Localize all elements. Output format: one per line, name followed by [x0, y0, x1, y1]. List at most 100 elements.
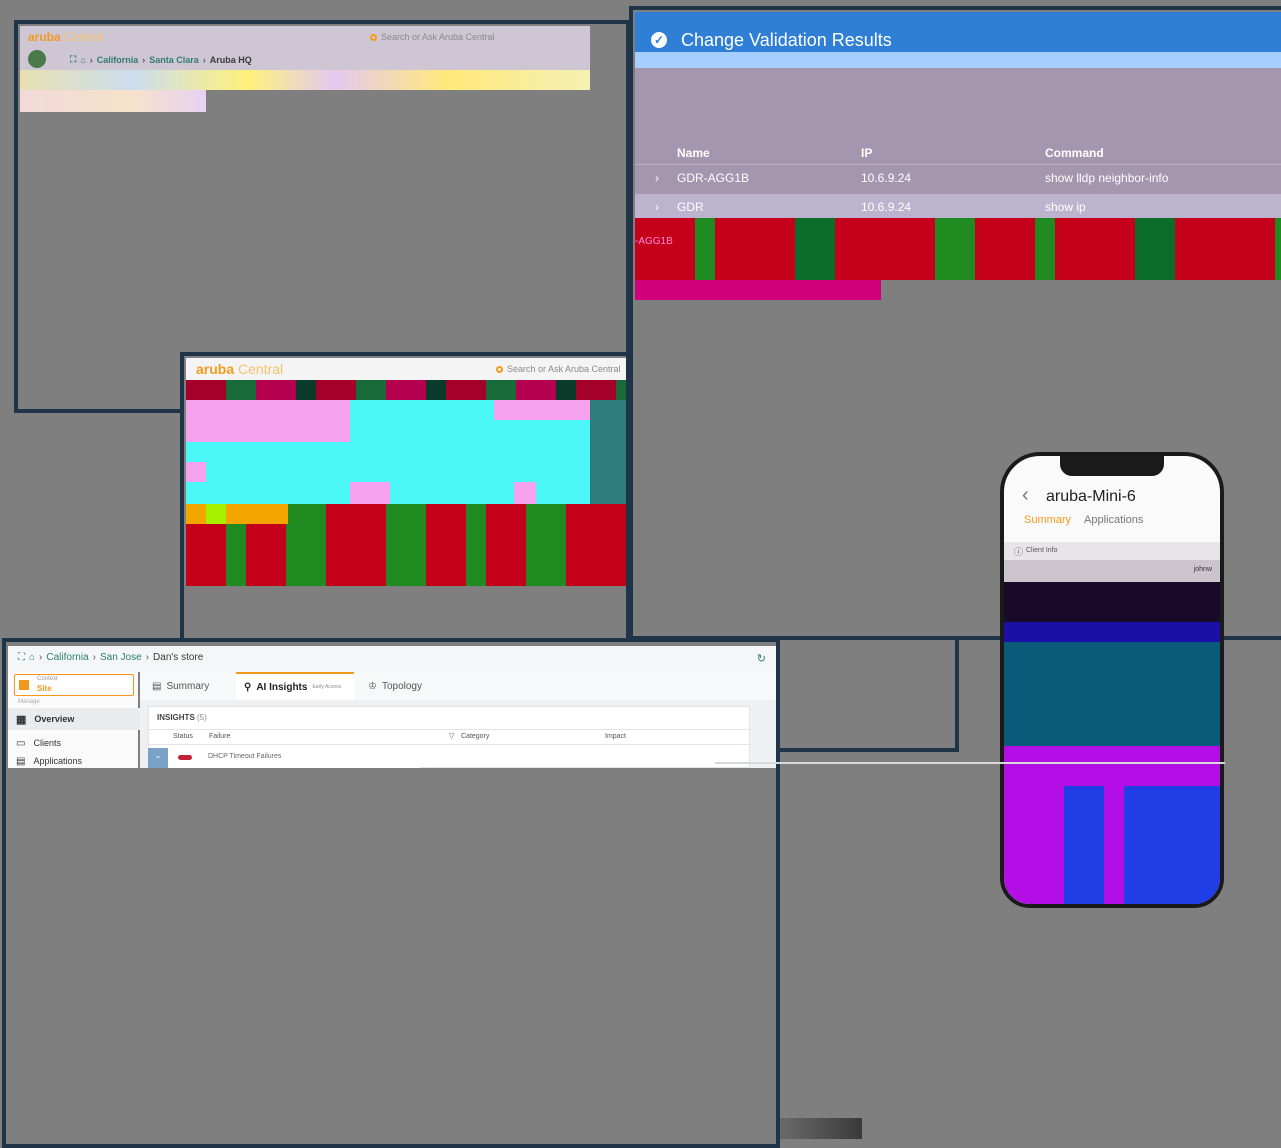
insights-title: INSIGHTS (5) [157, 713, 207, 722]
glitch-band-2 [635, 280, 881, 300]
row-ip: 10.6.9.24 [861, 171, 912, 185]
glitch-pink-4 [350, 482, 390, 504]
col-impact[interactable]: Impact [605, 733, 626, 740]
filter-icon[interactable]: ▽ [449, 732, 454, 740]
col-command[interactable]: Command [1045, 146, 1104, 160]
nav-overview[interactable]: ▦ Overview [8, 708, 146, 730]
results-header: ✓ Change Validation Results [635, 12, 1281, 68]
section-header: ⓘ Client Info [1004, 542, 1220, 560]
breadcrumb-santa-clara[interactable]: Santa Clara [149, 55, 199, 65]
tab-topology[interactable]: ♔ Topology [368, 672, 422, 700]
topology-icon: ♔ [368, 680, 377, 692]
home-icon[interactable]: ⌂ [80, 55, 85, 65]
back-chevron-icon[interactable]: ‹ [1022, 484, 1029, 507]
sidebar: Context Site Manage ▦ Overview ▭ Clients ▤… [8, 672, 146, 768]
phone-mockup: ‹ aruba-Mini-6 Summary Applications ⓘ Cl… [1000, 452, 1224, 908]
results-table: Name IP Command › GDR-AGG1B 10.6.9.24 sh… [635, 140, 1281, 220]
glitch-pink-5 [514, 482, 536, 504]
breadcrumb-dans-store: Dan's store [153, 652, 204, 663]
status-badge [178, 755, 192, 760]
glitch-dark [1004, 582, 1220, 622]
check-circle-icon: ✓ [651, 32, 667, 48]
col-failure[interactable]: Failure [209, 733, 230, 740]
brand-logo: aruba Central [196, 361, 284, 377]
glitch-bottom [780, 1118, 862, 1139]
history-icon[interactable]: ↻ [757, 652, 766, 665]
tab-summary[interactable]: Summary [1024, 514, 1071, 526]
row-name: GDR-AGG1B [677, 171, 750, 185]
dialog-title: Change Validation Results [681, 30, 892, 50]
phone-notch [1060, 456, 1164, 476]
glitch-blue [1004, 622, 1220, 642]
glitch-band [635, 218, 1281, 280]
window-ai-insights: ⛶ ⌂ › California › San Jose › Dan's store ↻… [2, 638, 780, 1148]
search-bar[interactable]: Search or Ask Aruba Central [496, 364, 621, 374]
early-access-badge: Early Access [312, 684, 342, 690]
context-label: Context [37, 676, 58, 682]
apps-icon: ▤ [16, 755, 26, 767]
summary-icon: ▤ [152, 680, 162, 692]
tab-ai-insights[interactable]: ⚲ AI Insights Early Access [236, 672, 354, 700]
breadcrumb-bar: ⛶ ⌂ › California › San Jose › Dan's store ↻ [8, 646, 776, 672]
home-icon[interactable]: ⌂ [29, 652, 35, 663]
glitch-blue-2 [1064, 786, 1220, 904]
nav-applications[interactable]: ▤ Applications [8, 754, 146, 768]
site-icon [19, 680, 29, 690]
row-ip: 10.6.9.24 [861, 200, 912, 214]
window-aruba-central: aruba Central Search or Ask Aruba Centra… [180, 352, 630, 642]
overlay-text: -AGG1B [635, 236, 673, 247]
breadcrumb: ⛶ ⌂ › California › San Jose › Dan's store [18, 652, 204, 663]
breadcrumb-aruba-hq: Aruba HQ [209, 54, 252, 65]
expand-chevron-icon[interactable]: › [655, 200, 659, 214]
brand-logo: aruba Central [28, 30, 103, 44]
nav-clients[interactable]: ▭ Clients [8, 732, 146, 754]
tab-bar: ▤ Summary ⚲ AI Insights Early Access ♔ Topo… [140, 672, 776, 700]
search-bar[interactable]: Search or Ask Aruba Central [370, 32, 495, 42]
expand-chevron-icon[interactable]: › [655, 171, 659, 185]
hierarchy-icon[interactable]: ⛶ [18, 652, 25, 663]
grid-icon: ▦ [16, 713, 27, 726]
search-icon [496, 365, 503, 373]
breadcrumb-california[interactable]: California [97, 55, 139, 65]
breadcrumb-bar: ⛶ ⌂ › California › Santa Clara › Aruba HQ [20, 48, 590, 70]
row-command: show ip [1045, 200, 1086, 214]
glitch-row [186, 380, 626, 400]
glitch-pink-2 [494, 400, 590, 420]
hierarchy-icon[interactable]: ⛶ [70, 54, 76, 65]
failure-name: DHCP Timeout Failures [208, 753, 282, 760]
table-row[interactable]: › GDR 10.6.9.24 show ip [635, 194, 1281, 220]
clients-icon: ▭ [16, 737, 26, 749]
row-name: GDR [677, 200, 704, 214]
glitch-orange [186, 504, 288, 524]
insights-header: Status Failure ▽ Category Impact [149, 729, 751, 745]
col-status[interactable]: Status [173, 733, 193, 740]
col-ip[interactable]: IP [861, 146, 872, 160]
context-selector[interactable]: Context Site [14, 674, 134, 696]
info-icon: ⓘ [1014, 547, 1024, 557]
tab-applications[interactable]: Applications [1084, 514, 1143, 526]
col-category[interactable]: Category [461, 733, 489, 740]
divider-line [715, 762, 1225, 764]
nav-section-label: Manage [18, 699, 40, 705]
tab-summary[interactable]: ▤ Summary [152, 672, 209, 700]
info-row: johnw [1004, 560, 1220, 582]
bulb-icon: ⚲ [244, 681, 252, 693]
breadcrumb-california[interactable]: California [46, 652, 88, 663]
expand-chevron-icon[interactable]: ⌄ [148, 748, 168, 768]
topbar: aruba Central Search or Ask Aruba Centra… [20, 26, 590, 48]
glitch-lime [206, 504, 226, 524]
row-command: show lldp neighbor-info [1045, 171, 1169, 185]
avatar[interactable] [28, 50, 46, 68]
col-name[interactable]: Name [677, 146, 710, 160]
context-value: Site [37, 684, 52, 693]
glitch-pink [186, 400, 350, 442]
breadcrumb-san-jose[interactable]: San Jose [100, 652, 142, 663]
glitch-teal [590, 400, 626, 504]
table-row[interactable]: › GDR-AGG1B 10.6.9.24 show lldp neighbor… [635, 164, 1281, 191]
topbar: aruba Central Search or Ask Aruba Centra… [186, 358, 626, 380]
glitch-teal [1004, 642, 1220, 746]
table-row[interactable]: ⌄ DHCP Timeout Failures [148, 748, 420, 768]
window-ai-insights-frame [775, 636, 959, 752]
glitch-strip [20, 70, 590, 90]
glitch-strip-2 [20, 90, 206, 112]
